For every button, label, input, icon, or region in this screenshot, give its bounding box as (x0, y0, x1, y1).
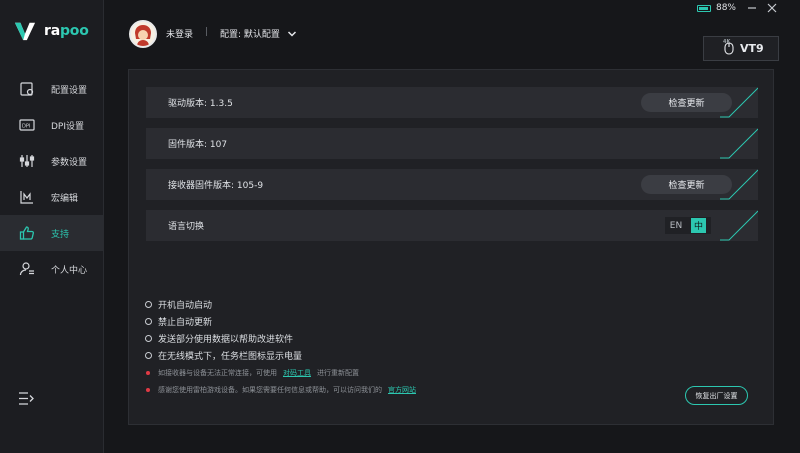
firmware-version-label: 固件版本: 107 (168, 140, 228, 150)
config-label: 配置: 默认配置 (220, 30, 280, 40)
sidebar-item-label: 宏编辑 (51, 193, 79, 204)
support-panel: 驱动版本: 1.3.5 检查更新 固件版本: 107 接收器固件版本: 105-… (128, 69, 774, 425)
pairing-note: 如接收器与设备无法正常连接，可使用 对码工具 进行重新配置 (145, 364, 416, 381)
sidebar-item-label: 个人中心 (51, 265, 88, 276)
note-text: 感谢您使用雷柏游戏设备。如果您需要任何信息或帮助，可以访问我们的 (158, 385, 382, 394)
battery-icon (696, 4, 711, 12)
sidebar: rapoo 配置设置 DPI DPI设置 参数设置 宏编辑 支持 个人中心 (0, 0, 104, 453)
sidebar-item-macro[interactable]: 宏编辑 (0, 179, 104, 215)
battery-percent: 88% (715, 3, 736, 13)
option-tray-battery[interactable]: 在无线模式下，任务栏图标显示电量 (145, 347, 416, 364)
red-dot-icon (146, 387, 150, 392)
svg-text:DPI: DPI (22, 124, 30, 130)
device-name: VT9 (740, 42, 764, 55)
note-text: 如接收器与设备无法正常连接，可使用 (158, 368, 277, 377)
receiver-firmware-label: 接收器固件版本: 105-9 (168, 181, 264, 191)
option-label: 发送部分使用数据以帮助改进软件 (158, 335, 294, 345)
logo-text: rapoo (44, 23, 89, 39)
row-accent-edge (720, 128, 758, 159)
option-disable-update[interactable]: 禁止自动更新 (145, 313, 416, 330)
language-label: 语言切换 (168, 222, 205, 232)
row-accent-edge (720, 210, 758, 241)
row-accent-edge (720, 169, 758, 200)
firmware-version-row: 固件版本: 107 (146, 128, 758, 159)
receiver-firmware-row: 接收器固件版本: 105-9 检查更新 (146, 169, 758, 200)
rapoo-v-logo-icon (14, 22, 36, 41)
language-toggle[interactable]: EN 中 (665, 217, 711, 234)
option-autostart[interactable]: 开机自动启动 (145, 296, 416, 313)
radio-icon (145, 301, 152, 308)
device-selector[interactable]: 4K VT9 (703, 36, 779, 61)
option-label: 在无线模式下，任务栏图标显示电量 (158, 352, 303, 362)
option-send-usage[interactable]: 发送部分使用数据以帮助改进软件 (145, 330, 416, 347)
mouse-config-icon (18, 81, 35, 98)
radio-icon (145, 335, 152, 342)
official-website-link[interactable]: 官方网站 (388, 385, 416, 395)
lang-zh-option[interactable]: 中 (691, 218, 706, 233)
battery-indicator: 88% (696, 3, 736, 13)
topbar: 未登录 | 配置: 默认配置 88% 4K VT9 (104, 0, 800, 62)
sidebar-item-config[interactable]: 配置设置 (0, 71, 104, 107)
factory-reset-button[interactable]: 恢复出厂设置 (685, 386, 748, 405)
options-list: 开机自动启动 禁止自动更新 发送部分使用数据以帮助改进软件 在无线模式下，任务栏… (145, 296, 416, 398)
user-icon (18, 261, 35, 278)
row-accent-edge (720, 87, 758, 118)
avatar[interactable] (129, 20, 157, 48)
divider: | (205, 27, 209, 37)
login-status[interactable]: 未登录 (166, 27, 193, 40)
red-dot-icon (146, 370, 150, 375)
config-dropdown[interactable]: 配置: 默认配置 (220, 27, 297, 40)
language-row: 语言切换 EN 中 (146, 210, 758, 241)
thumbs-up-icon (18, 225, 35, 242)
radio-icon (145, 318, 152, 325)
sidebar-item-label: 支持 (51, 229, 70, 240)
lang-en-option[interactable]: EN (665, 221, 687, 231)
sidebar-item-dpi[interactable]: DPI DPI设置 (0, 107, 104, 143)
sliders-icon (18, 153, 35, 170)
sidebar-item-profile[interactable]: 个人中心 (0, 251, 104, 287)
device-mini-label: 4K (723, 39, 731, 45)
minimize-button[interactable] (746, 2, 758, 14)
dpi-icon: DPI (18, 117, 35, 134)
option-label: 开机自动启动 (158, 301, 213, 311)
macro-icon (18, 189, 35, 206)
driver-version-label: 驱动版本: 1.3.5 (168, 99, 233, 109)
sidebar-item-params[interactable]: 参数设置 (0, 143, 104, 179)
sidebar-nav: 配置设置 DPI DPI设置 参数设置 宏编辑 支持 个人中心 (0, 71, 104, 287)
close-button[interactable] (766, 2, 778, 14)
pairing-tool-link[interactable]: 对码工具 (283, 368, 311, 378)
collapse-menu-icon[interactable] (18, 390, 35, 407)
logo: rapoo (14, 18, 89, 44)
driver-version-row: 驱动版本: 1.3.5 检查更新 (146, 87, 758, 118)
radio-icon (145, 352, 152, 359)
option-label: 禁止自动更新 (158, 318, 213, 328)
sidebar-item-label: DPI设置 (51, 121, 85, 132)
website-note: 感谢您使用雷柏游戏设备。如果您需要任何信息或帮助，可以访问我们的 官方网站 (145, 381, 416, 398)
chevron-down-icon (287, 30, 296, 37)
sidebar-item-label: 参数设置 (51, 157, 88, 168)
note-text: 进行重新配置 (317, 368, 359, 377)
sidebar-item-label: 配置设置 (51, 85, 88, 96)
sidebar-item-support[interactable]: 支持 (0, 215, 104, 251)
